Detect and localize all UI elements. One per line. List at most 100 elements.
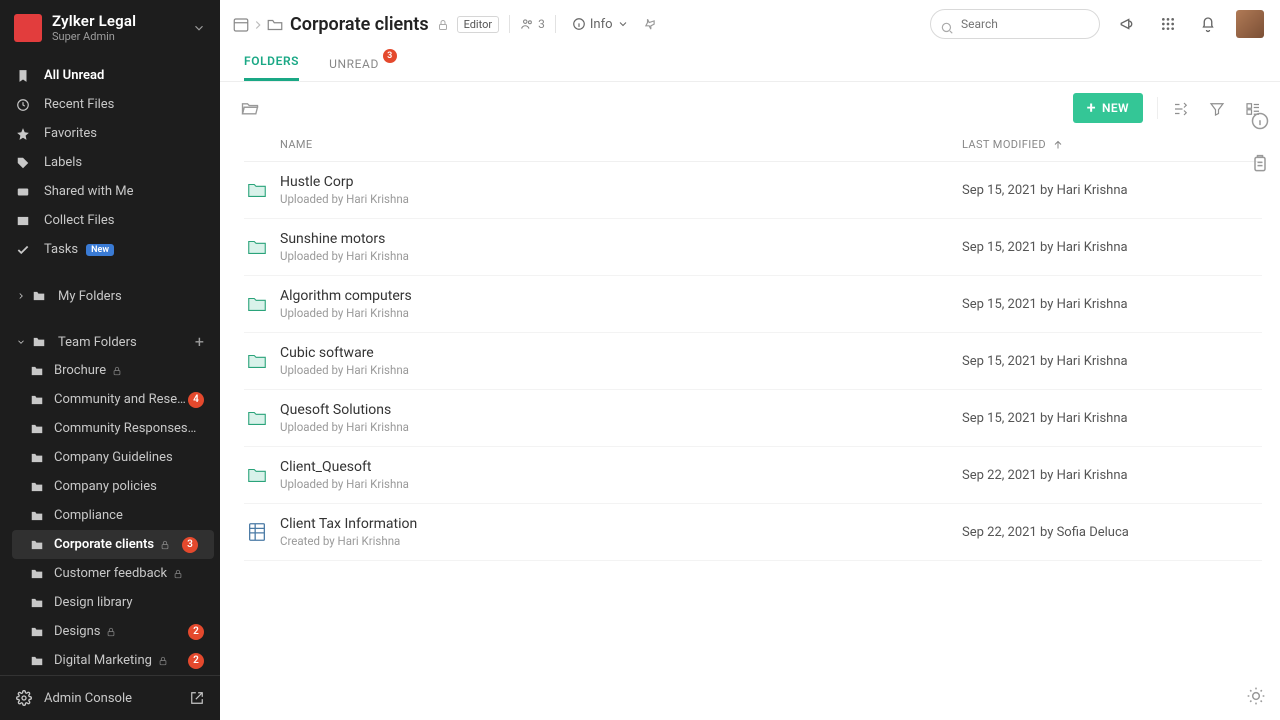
- chevron-down-icon: [192, 20, 206, 35]
- new-button[interactable]: + NEW: [1073, 93, 1143, 123]
- tab-unread[interactable]: UNREAD 3: [329, 57, 379, 81]
- nav-label: Labels: [44, 155, 82, 170]
- column-last-modified[interactable]: LAST MODIFIED: [962, 138, 1262, 151]
- tree-item-community-and-research[interactable]: Community and Research4: [0, 385, 220, 414]
- nav-label: Recent Files: [44, 97, 114, 112]
- section-team-folders[interactable]: Team Folders +: [0, 328, 220, 356]
- divider: [509, 15, 510, 33]
- workspace-role: Super Admin: [52, 30, 136, 43]
- inbox-icon: [16, 214, 30, 228]
- details-icon[interactable]: [1250, 110, 1270, 131]
- chevron-right-icon: [16, 291, 26, 301]
- row-modified: Sep 15, 2021 by Hari Krishna: [962, 240, 1262, 255]
- folder-icon: [30, 422, 44, 436]
- admin-console-label: Admin Console: [44, 691, 132, 706]
- row-subtitle: Uploaded by Hari Krishna: [280, 192, 962, 206]
- row-title: Client Tax Information: [280, 516, 962, 532]
- members-count[interactable]: 3: [520, 17, 545, 31]
- divider: [1157, 97, 1158, 119]
- row-title: Algorithm computers: [280, 288, 962, 304]
- row-modified: Sep 22, 2021 by Hari Krishna: [962, 468, 1262, 483]
- add-team-folder-button[interactable]: +: [195, 334, 204, 350]
- primary-nav: All Unread Recent Files Favorites Labels…: [0, 55, 220, 264]
- tree-item-company-guidelines[interactable]: Company Guidelines: [0, 443, 220, 472]
- folder-icon: [30, 509, 44, 523]
- lock-icon: [106, 627, 116, 637]
- info-dropdown[interactable]: Info: [572, 17, 629, 32]
- lock-icon: [160, 540, 170, 550]
- bell-icon[interactable]: [1196, 12, 1220, 36]
- search-icon: [940, 17, 954, 36]
- nav-labels[interactable]: Labels: [0, 148, 220, 177]
- user-avatar[interactable]: [1236, 10, 1264, 38]
- tree-item-brochure[interactable]: Brochure: [0, 356, 220, 385]
- info-icon: [572, 17, 586, 31]
- row-title: Quesoft Solutions: [280, 402, 962, 418]
- folder-icon: [30, 480, 44, 494]
- tree-item-label: Design library: [54, 595, 133, 610]
- tree-item-customer-feedback[interactable]: Customer feedback: [0, 559, 220, 588]
- filter-icon[interactable]: [1208, 98, 1226, 118]
- sort-icon[interactable]: [1172, 98, 1190, 118]
- count-badge: 2: [188, 653, 204, 669]
- workspace-text: Zylker Legal Super Admin: [52, 12, 136, 43]
- breadcrumb-folder-icon[interactable]: [266, 14, 284, 34]
- admin-console-link[interactable]: Admin Console: [0, 675, 220, 720]
- folder-icon: [30, 538, 44, 552]
- nav-shared-with-me[interactable]: Shared with Me: [0, 177, 220, 206]
- file-row[interactable]: Client_QuesoftUploaded by Hari KrishnaSe…: [244, 447, 1262, 504]
- nav-favorites[interactable]: Favorites: [0, 119, 220, 148]
- file-row[interactable]: Client Tax InformationCreated by Hari Kr…: [244, 504, 1262, 561]
- folder-icon: [30, 625, 44, 639]
- clipboard-icon[interactable]: [1250, 153, 1270, 174]
- gear-icon: [16, 690, 32, 706]
- folder-icon: [244, 293, 270, 315]
- tree-item-digital-marketing[interactable]: Digital Marketing2: [0, 646, 220, 675]
- role-chip[interactable]: Editor: [457, 16, 500, 33]
- breadcrumb-root-icon[interactable]: [232, 14, 250, 34]
- tree-item-label: Community ResponsesWD: [54, 421, 204, 436]
- section-my-folders[interactable]: My Folders: [0, 282, 220, 310]
- workspace-switcher[interactable]: Zylker Legal Super Admin: [0, 0, 220, 55]
- search-input[interactable]: [930, 9, 1100, 39]
- main-panel: Corporate clients Editor 3 Info: [220, 0, 1280, 720]
- chevron-down-icon: [16, 337, 26, 347]
- file-row[interactable]: Algorithm computersUploaded by Hari Kris…: [244, 276, 1262, 333]
- folder-open-icon[interactable]: [240, 98, 260, 119]
- folder-icon: [30, 393, 44, 407]
- theme-toggle-icon[interactable]: [1246, 685, 1266, 706]
- file-row[interactable]: Sunshine motorsUploaded by Hari KrishnaS…: [244, 219, 1262, 276]
- file-row[interactable]: Cubic softwareUploaded by Hari KrishnaSe…: [244, 333, 1262, 390]
- pin-icon[interactable]: [643, 15, 657, 34]
- nav-all-unread[interactable]: All Unread: [0, 61, 220, 90]
- row-title: Cubic software: [280, 345, 962, 361]
- tree-item-designs[interactable]: Designs2: [0, 617, 220, 646]
- tree-item-company-policies[interactable]: Company policies: [0, 472, 220, 501]
- nav-recent-files[interactable]: Recent Files: [0, 90, 220, 119]
- sidebar: Zylker Legal Super Admin All Unread Rece…: [0, 0, 220, 720]
- tree-item-compliance[interactable]: Compliance: [0, 501, 220, 530]
- tree-item-label: Brochure: [54, 363, 106, 378]
- tree-item-corporate-clients[interactable]: Corporate clients 3: [12, 530, 214, 559]
- column-name[interactable]: NAME: [244, 138, 962, 151]
- nav-tasks[interactable]: Tasks New: [0, 235, 220, 264]
- file-list: Hustle CorpUploaded by Hari KrishnaSep 1…: [220, 162, 1280, 561]
- tab-folders[interactable]: FOLDERS: [244, 54, 299, 81]
- count-badge: 3: [182, 537, 198, 553]
- file-row[interactable]: Quesoft Solutions Uploaded by Hari Krishn…: [244, 390, 1262, 447]
- row-subtitle: Uploaded by Hari Krishna: [280, 363, 962, 377]
- tree-item-community-responseswd[interactable]: Community ResponsesWD: [0, 414, 220, 443]
- folder-icon: [30, 364, 44, 378]
- section-label: Team Folders: [58, 335, 137, 350]
- chevron-right-icon: [251, 15, 265, 34]
- announce-icon[interactable]: [1116, 12, 1140, 36]
- tree-item-design-library[interactable]: Design library: [0, 588, 220, 617]
- nav-collect-files[interactable]: Collect Files: [0, 206, 220, 235]
- apps-icon[interactable]: [1156, 12, 1180, 36]
- tree-item-label: Corporate clients: [54, 537, 154, 552]
- row-subtitle: Uploaded by Hari Krishna: [280, 420, 962, 434]
- page-title: Corporate clients: [290, 14, 429, 35]
- file-row[interactable]: Hustle CorpUploaded by Hari KrishnaSep 1…: [244, 162, 1262, 219]
- clock-icon: [16, 98, 30, 112]
- lock-icon: [158, 656, 168, 666]
